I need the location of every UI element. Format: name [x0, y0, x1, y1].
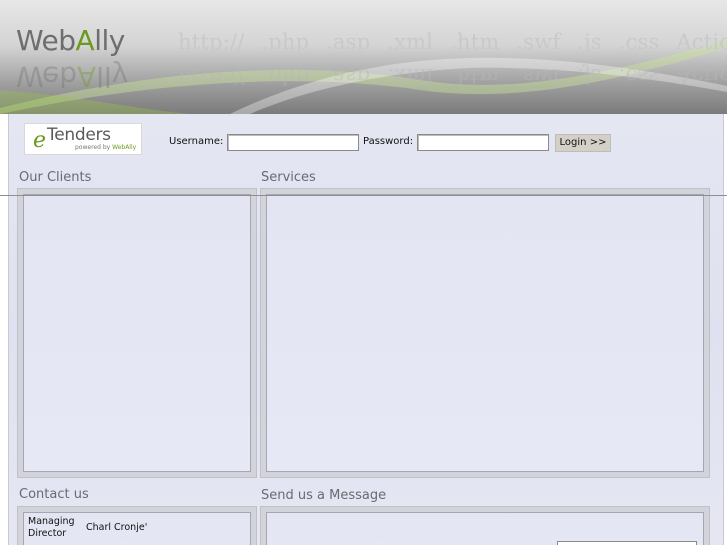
password-label: Password: — [363, 136, 414, 147]
clients-content — [23, 194, 251, 472]
header-banner: WebAlly WebAlly http:// .php .asp .xml .… — [0, 0, 727, 114]
services-box — [260, 188, 710, 478]
tech-item: .htm — [450, 30, 500, 54]
page: WebAlly WebAlly http:// .php .asp .xml .… — [0, 0, 727, 545]
contact-box: Managing Director Charl Cronje' — [17, 506, 257, 545]
message-field[interactable] — [557, 541, 697, 545]
swoosh-graphic — [0, 40, 727, 114]
contact-title: Contact us — [19, 487, 89, 502]
webally-logo[interactable]: WebAlly — [16, 24, 125, 57]
clients-title: Our Clients — [19, 170, 92, 185]
tech-item: .swf — [516, 30, 561, 54]
technology-list: http:// .php .asp .xml .htm .swf .js .cs… — [178, 30, 727, 54]
technology-list-reflection: http:// .php .asp .xml .htm .swf .js .cs… — [178, 64, 727, 88]
contact-content: Managing Director Charl Cronje' — [23, 512, 251, 545]
password-input[interactable] — [417, 134, 549, 151]
message-title: Send us a Message — [261, 488, 387, 503]
etenders-name: Tenders — [47, 125, 111, 145]
username-input[interactable] — [227, 134, 359, 151]
contact-role: Managing Director — [28, 516, 75, 539]
tech-item: .asp — [326, 30, 371, 54]
username-label: Username: — [169, 136, 224, 147]
tech-item: .css — [618, 30, 660, 54]
message-content — [266, 512, 704, 545]
services-content — [266, 194, 704, 472]
etenders-logo[interactable]: e Tenders powered by WebAlly — [24, 123, 142, 155]
login-button[interactable]: Login >> — [555, 134, 611, 152]
tech-item: http:// — [178, 30, 245, 54]
etenders-e: e — [33, 128, 47, 153]
tech-item: Actionscript — [676, 30, 727, 54]
message-box — [260, 506, 710, 545]
services-title: Services — [261, 170, 316, 185]
divider-line — [0, 195, 727, 196]
webally-logo-reflection: WebAlly — [16, 60, 129, 93]
tech-item: .xml — [387, 30, 434, 54]
tech-item: .php — [261, 30, 310, 54]
etenders-powered-by: powered by WebAlly — [75, 144, 137, 151]
clients-box — [17, 188, 257, 478]
main-panel: e Tenders powered by WebAlly Username: P… — [8, 114, 724, 545]
contact-name: Charl Cronje' — [86, 522, 148, 533]
tech-item: .js — [577, 30, 602, 54]
